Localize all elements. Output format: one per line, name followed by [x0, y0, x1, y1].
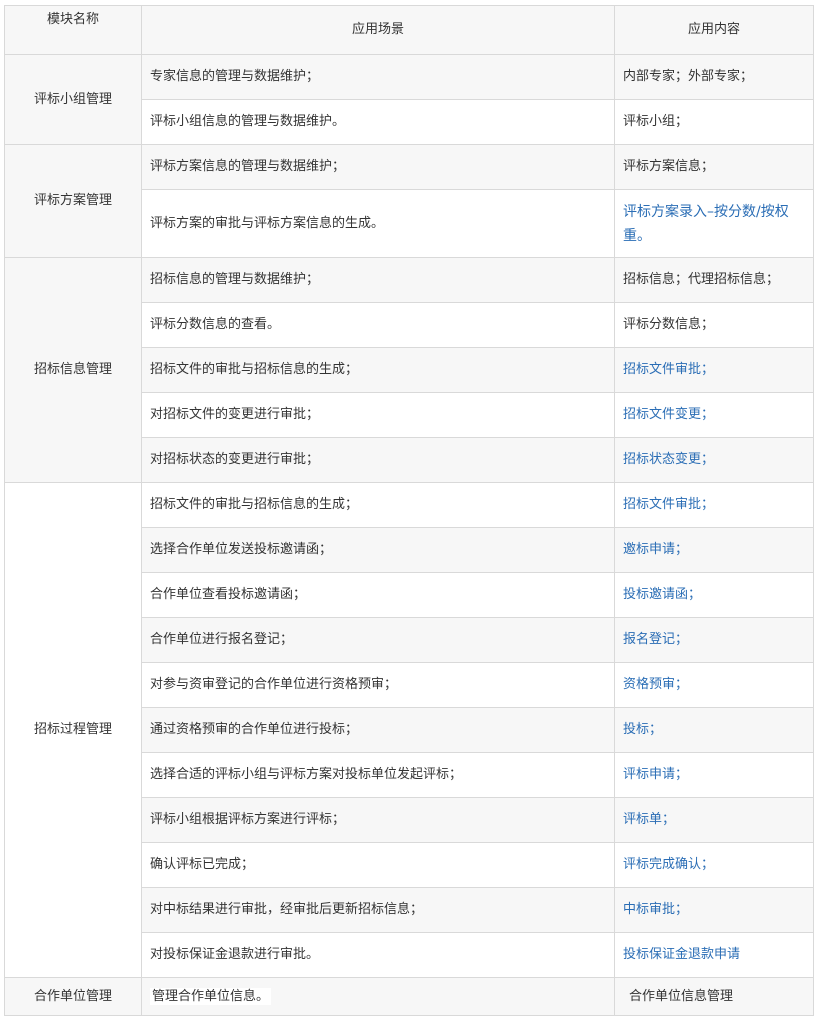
content-cell: 合作单位信息管理 — [614, 977, 814, 1016]
content-link[interactable]: 评标申请； — [623, 767, 688, 782]
content-cell: 招标文件变更； — [614, 392, 814, 438]
content-link[interactable]: 招标文件审批； — [623, 362, 714, 377]
scene-cell: 招标文件的审批与招标信息的生成； — [141, 347, 615, 393]
table-row: 评标小组管理 专家信息的管理与数据维护； 内部专家；外部专家； — [4, 54, 814, 145]
content-cell: 投标保证金退款申请 — [614, 932, 814, 978]
content-cell: 资格预审； — [614, 662, 814, 708]
content-link[interactable]: 报名登记； — [623, 632, 688, 647]
module-name: 评标方案管理 — [4, 144, 142, 258]
scene-cell: 对招标文件的变更进行审批； — [141, 392, 615, 438]
content-cell: 招标文件审批； — [614, 482, 814, 528]
content-link[interactable]: 邀标申请； — [623, 542, 688, 557]
module-name: 招标过程管理 — [4, 482, 142, 978]
content-cell: 内部专家；外部专家； — [614, 54, 814, 100]
content-cell: 报名登记； — [614, 617, 814, 663]
content-cell: 投标邀请函； — [614, 572, 814, 618]
content-cell: 评标完成确认； — [614, 842, 814, 888]
content-cell: 评标分数信息； — [614, 302, 814, 348]
scene-cell: 对投标保证金退款进行审批。 — [141, 932, 615, 978]
content-link[interactable]: 评标单； — [623, 812, 675, 827]
scene-cell: 对招标状态的变更进行审批； — [141, 437, 615, 483]
table-row: 招标信息管理 招标信息的管理与数据维护； 招标信息；代理招标信息； — [4, 257, 814, 483]
content-cell: 评标单； — [614, 797, 814, 843]
content-cell: 招标信息；代理招标信息； — [614, 257, 814, 303]
scene-cell: 评标分数信息的查看。 — [141, 302, 615, 348]
content-cell: 投标； — [614, 707, 814, 753]
content-cell: 评标小组； — [614, 99, 814, 145]
content-cell: 招标状态变更； — [614, 437, 814, 483]
content-link[interactable]: 投标保证金退款申请 — [623, 947, 740, 962]
content-cell: 评标申请； — [614, 752, 814, 798]
content-link[interactable]: 评标完成确认； — [623, 857, 714, 872]
module-name: 招标信息管理 — [4, 257, 142, 483]
table-row: 评标方案管理 评标方案信息的管理与数据维护； 评标方案信息； — [4, 144, 814, 258]
content-link[interactable]: 投标邀请函； — [623, 587, 701, 602]
content-link[interactable]: 投标； — [623, 722, 662, 737]
scene-cell: 通过资格预审的合作单位进行投标； — [141, 707, 615, 753]
module-name: 评标小组管理 — [4, 54, 142, 145]
scene-cell: 管理合作单位信息。 — [141, 977, 615, 1016]
content-link[interactable]: 评标方案录入–按分数/按权重。 — [623, 204, 789, 244]
content-link[interactable]: 招标文件变更； — [623, 407, 714, 422]
scene-highlight: 管理合作单位信息。 — [150, 987, 272, 1005]
table-row: 合作单位管理 管理合作单位信息。 合作单位信息管理 — [4, 977, 814, 1016]
module-table: 模块名称 应用场景 应用内容 评标小组管理 专家信息的管理与数据维护； 内部专家… — [4, 5, 814, 1016]
content-cell: 中标审批； — [614, 887, 814, 933]
module-name: 合作单位管理 — [4, 977, 142, 1016]
scene-cell: 评标方案的审批与评标方案信息的生成。 — [141, 189, 615, 258]
header-content: 应用内容 — [614, 5, 814, 55]
scene-cell: 招标信息的管理与数据维护； — [141, 257, 615, 303]
content-link[interactable]: 招标文件审批； — [623, 497, 714, 512]
scene-cell: 评标小组根据评标方案进行评标； — [141, 797, 615, 843]
content-cell: 评标方案信息； — [614, 144, 814, 190]
scene-cell: 招标文件的审批与招标信息的生成； — [141, 482, 615, 528]
scene-cell: 选择合作单位发送投标邀请函； — [141, 527, 615, 573]
content-link[interactable]: 资格预审； — [623, 677, 688, 692]
content-cell: 招标文件审批； — [614, 347, 814, 393]
header-scene: 应用场景 — [141, 5, 615, 55]
scene-cell: 合作单位进行报名登记； — [141, 617, 615, 663]
content-link[interactable]: 中标审批； — [623, 902, 688, 917]
scene-cell: 选择合适的评标小组与评标方案对投标单位发起评标； — [141, 752, 615, 798]
header-module-name: 模块名称 — [4, 5, 142, 55]
content-cell: 邀标申请； — [614, 527, 814, 573]
scene-cell: 评标小组信息的管理与数据维护。 — [141, 99, 615, 145]
scene-cell: 确认评标已完成； — [141, 842, 615, 888]
content-link[interactable]: 招标状态变更； — [623, 452, 714, 467]
scene-cell: 对中标结果进行审批，经审批后更新招标信息； — [141, 887, 615, 933]
content-cell: 评标方案录入–按分数/按权重。 — [614, 189, 814, 258]
scene-cell: 对参与资审登记的合作单位进行资格预审； — [141, 662, 615, 708]
table-row: 招标过程管理 招标文件的审批与招标信息的生成； 招标文件审批； — [4, 482, 814, 978]
scene-cell: 合作单位查看投标邀请函； — [141, 572, 615, 618]
scene-cell: 评标方案信息的管理与数据维护； — [141, 144, 615, 190]
scene-cell: 专家信息的管理与数据维护； — [141, 54, 615, 100]
